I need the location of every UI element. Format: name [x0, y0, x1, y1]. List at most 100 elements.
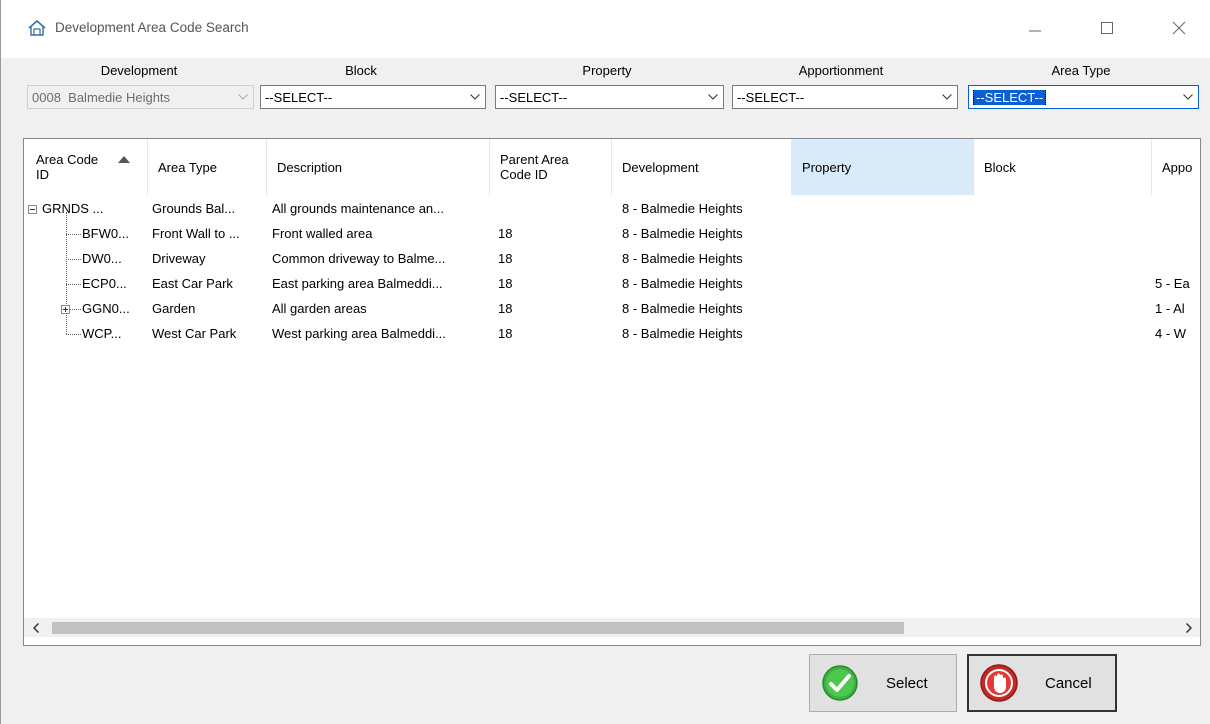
cell-area-code-id: BFW0...	[82, 226, 129, 241]
cancel-button-label: Cancel	[1045, 674, 1092, 692]
cell-parent-area-code-id: 18	[498, 326, 513, 341]
scroll-left-button[interactable]	[26, 618, 45, 637]
column-header-label: Block	[984, 159, 1016, 175]
apportionment-select[interactable]: --SELECT--	[732, 85, 958, 109]
table-row[interactable]: ECP0... East Car Park East parking area …	[24, 272, 1200, 297]
select-button-label: Select	[886, 674, 928, 692]
area-code-search-window: Development Area Code Search Development…	[0, 0, 1210, 724]
cell-description: All grounds maintenance an...	[272, 201, 444, 216]
maximize-icon	[1101, 22, 1113, 34]
minimize-icon	[1029, 30, 1041, 32]
column-header-parent-area-code-id[interactable]: Parent Area Code ID	[490, 139, 612, 195]
column-header-label: Description	[277, 159, 343, 175]
cancel-button[interactable]: Cancel	[967, 654, 1117, 712]
cell-parent-area-code-id: 18	[498, 301, 513, 316]
column-header-block[interactable]: Block	[974, 139, 1152, 195]
column-header-label: Area Type	[158, 159, 218, 175]
table-row[interactable]: GGN0... Garden All garden areas 18 8 - B…	[24, 297, 1200, 322]
red-stop-hand-icon	[980, 664, 1018, 702]
cell-area-code-id: GGN0...	[82, 301, 130, 316]
cell-area-type: Driveway	[152, 251, 206, 266]
development-value: Balmedie Heights	[68, 89, 171, 105]
property-select[interactable]: --SELECT--	[495, 85, 724, 109]
chevron-down-icon	[703, 86, 723, 108]
maximize-button[interactable]	[1085, 12, 1129, 44]
cell-description: All garden areas	[272, 301, 367, 316]
column-header-description[interactable]: Description	[267, 139, 490, 195]
green-check-icon	[822, 665, 858, 701]
block-select[interactable]: --SELECT--	[260, 85, 486, 109]
cell-development: 8 - Balmedie Heights	[622, 226, 743, 241]
chevron-down-icon	[233, 86, 253, 108]
chevron-left-icon	[32, 622, 39, 633]
table-row[interactable]: WCP... West Car Park West parking area B…	[24, 322, 1200, 347]
cell-apportionment: 4 - W	[1155, 326, 1187, 341]
block-value: --SELECT--	[265, 89, 333, 105]
cell-parent-area-code-id: 18	[498, 226, 513, 241]
cell-area-code-id: ECP0...	[82, 276, 127, 291]
column-header-label: Appo	[1162, 159, 1193, 175]
cell-description: Front walled area	[272, 226, 373, 241]
cell-area-code-id: DW0...	[82, 251, 122, 266]
development-label: Development	[100, 63, 178, 78]
column-header-property[interactable]: Property	[792, 139, 974, 195]
table-row[interactable]: BFW0... Front Wall to ... Front walled a…	[24, 222, 1200, 247]
cell-area-type: Grounds Bal...	[152, 201, 236, 216]
grid-header: Area Code ID Area Type Description Parent…	[24, 139, 1200, 195]
cell-development: 8 - Balmedie Heights	[622, 301, 743, 316]
development-code: 0008	[32, 89, 61, 105]
column-header-area-code-id[interactable]: Area Code ID	[24, 139, 148, 195]
chevron-right-icon	[1185, 622, 1192, 633]
apportionment-value: --SELECT--	[737, 89, 805, 105]
column-header-label: Code ID	[500, 167, 548, 182]
expand-tree-icon[interactable]	[61, 305, 70, 314]
development-select[interactable]: 0008 Balmedie Heights	[27, 85, 254, 109]
cell-development: 8 - Balmedie Heights	[622, 326, 743, 341]
minimize-button[interactable]	[1013, 12, 1057, 44]
chevron-down-icon	[1178, 86, 1198, 108]
apportionment-label: Apportionment	[798, 63, 884, 78]
filter-bar: Development Block Property Apportionment…	[1, 58, 1210, 128]
column-header-label: Area Code	[36, 152, 99, 167]
area-code-grid: Area Code ID Area Type Description Parent…	[23, 138, 1201, 646]
chevron-down-icon	[465, 86, 485, 108]
cell-apportionment: 5 - Ea	[1155, 276, 1190, 291]
scroll-right-button[interactable]	[1179, 618, 1198, 637]
column-header-apportionment[interactable]: Appo	[1152, 139, 1200, 195]
cell-description: West parking area Balmeddi...	[272, 326, 446, 341]
column-header-label: ID	[36, 167, 49, 182]
sort-ascending-icon	[118, 156, 130, 163]
cell-development: 8 - Balmedie Heights	[622, 251, 743, 266]
cell-apportionment: 1 - Al	[1155, 301, 1185, 316]
cell-area-type: Front Wall to ...	[152, 226, 240, 241]
cell-parent-area-code-id: 18	[498, 251, 513, 266]
cell-area-type: West Car Park	[152, 326, 237, 341]
cell-description: East parking area Balmeddi...	[272, 276, 443, 291]
close-button[interactable]	[1157, 12, 1201, 44]
column-header-label: Property	[802, 159, 852, 175]
cell-development: 8 - Balmedie Heights	[622, 201, 743, 216]
column-header-label: Parent Area	[500, 152, 569, 167]
column-header-area-type[interactable]: Area Type	[148, 139, 267, 195]
column-header-development[interactable]: Development	[612, 139, 792, 195]
area-type-select[interactable]: --SELECT--	[968, 85, 1199, 109]
collapse-tree-icon[interactable]	[28, 205, 37, 214]
property-value: --SELECT--	[500, 89, 568, 105]
table-row[interactable]: DW0... Driveway Common driveway to Balme…	[24, 247, 1200, 272]
area-type-value: --SELECT--	[973, 89, 1047, 105]
cell-area-code-id: WCP...	[82, 326, 122, 341]
scrollbar-thumb[interactable]	[52, 622, 904, 634]
area-type-label: Area Type	[1051, 63, 1111, 78]
cell-area-type: Garden	[152, 301, 196, 316]
cell-description: Common driveway to Balme...	[272, 251, 446, 266]
cell-development: 8 - Balmedie Heights	[622, 276, 743, 291]
column-header-label: Development	[622, 159, 699, 175]
property-label: Property	[582, 63, 632, 78]
horizontal-scrollbar[interactable]	[24, 618, 1200, 637]
cell-area-type: East Car Park	[152, 276, 233, 291]
block-label: Block	[345, 63, 377, 78]
select-button[interactable]: Select	[809, 654, 957, 712]
close-icon	[1172, 21, 1186, 35]
table-row[interactable]: GRNDS ... Grounds Bal... All grounds mai…	[24, 197, 1200, 222]
cell-area-code-id: GRNDS ...	[42, 201, 104, 216]
